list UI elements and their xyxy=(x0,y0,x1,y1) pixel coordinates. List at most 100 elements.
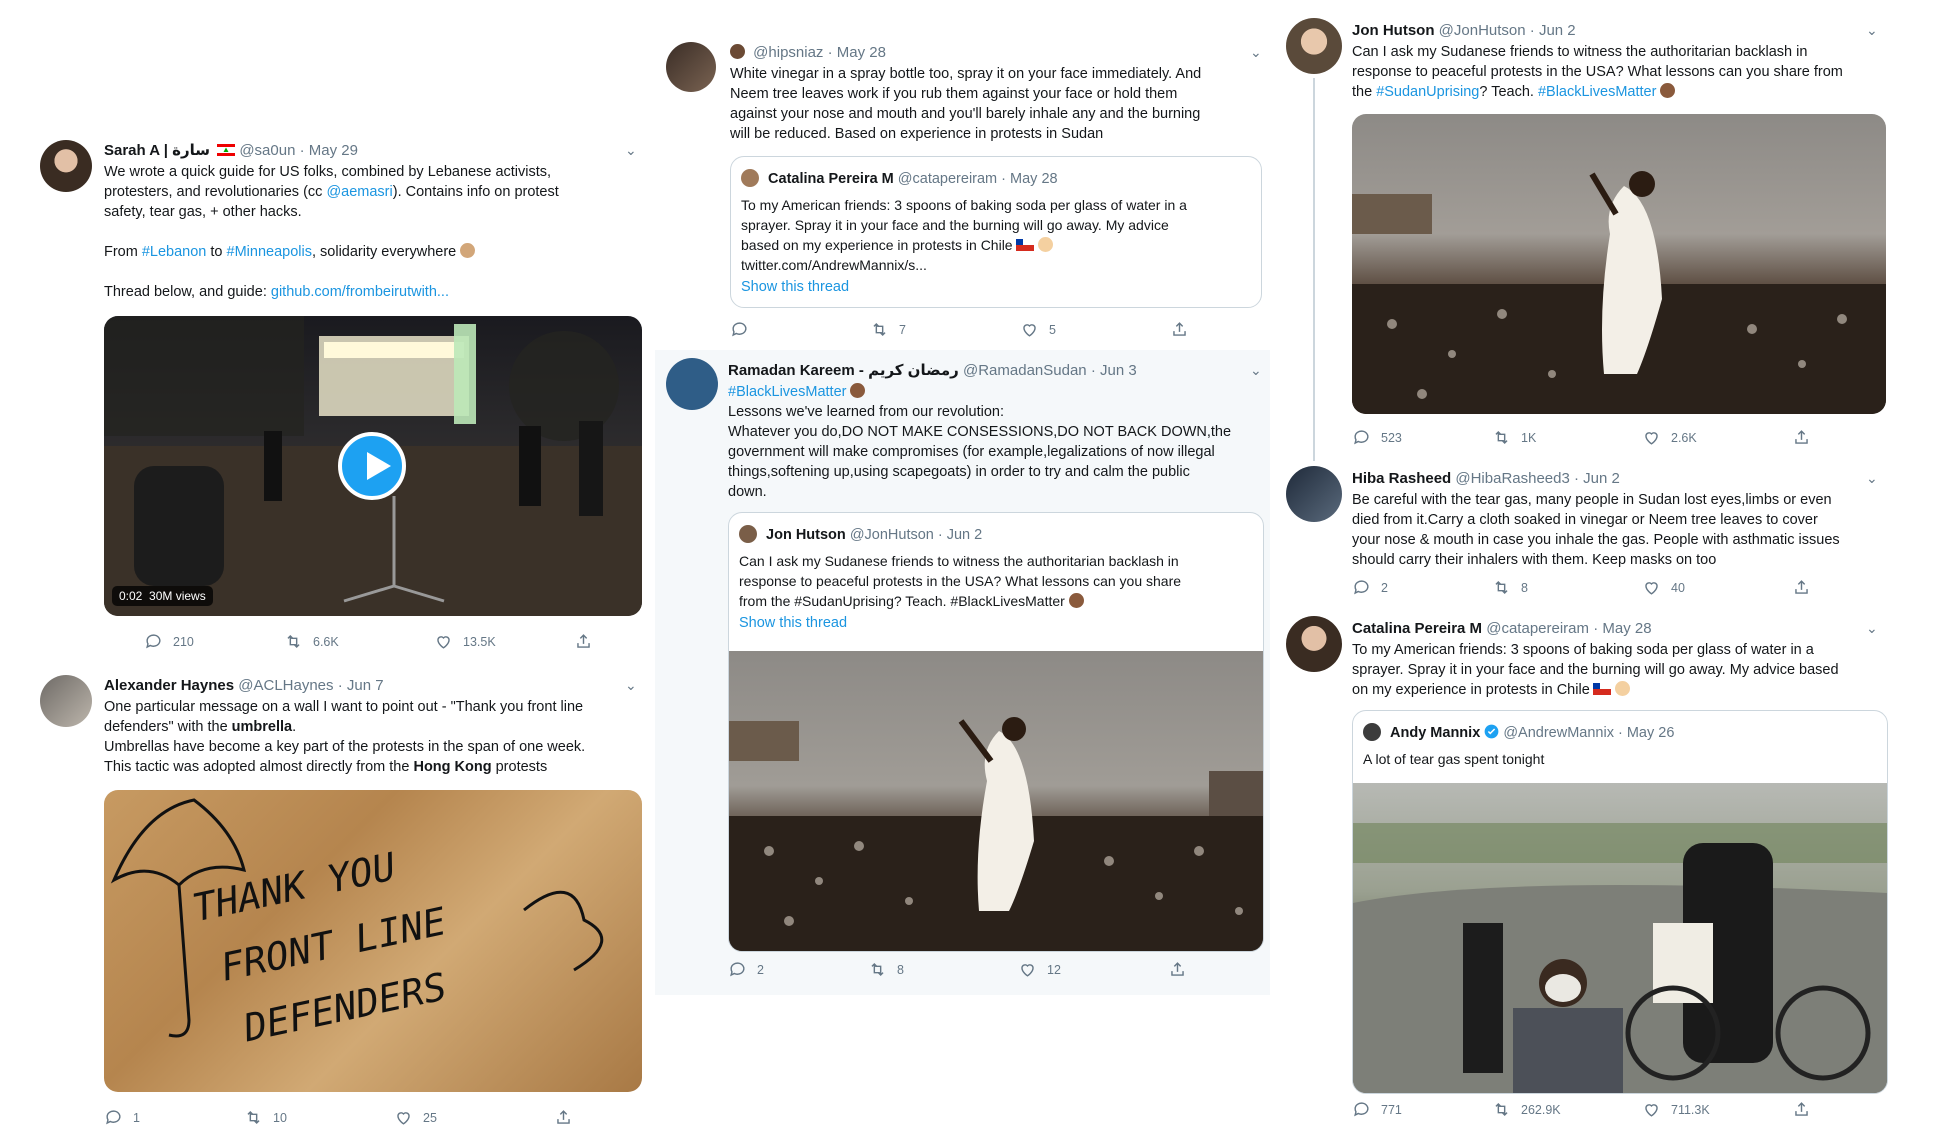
hashtag-link[interactable]: #BlackLivesMatter xyxy=(728,384,846,400)
text-line: Can I ask my Sudanese friends to witness… xyxy=(1352,44,1808,60)
text-line: ). Contains info on protest xyxy=(392,184,559,200)
author-handle[interactable]: @ACLHaynes xyxy=(238,677,333,694)
quote-text: Can I ask my Sudanese friends to witness… xyxy=(739,551,1254,611)
tweet-alexander[interactable]: Alexander Haynes @ACLHaynes · Jun 7 ⌄ On… xyxy=(40,675,650,1125)
avatar[interactable] xyxy=(666,42,716,92)
reply-button[interactable]: 210 xyxy=(144,632,194,651)
like-button[interactable]: 40 xyxy=(1642,578,1685,597)
reply-button[interactable] xyxy=(730,320,759,339)
chevron-down-icon[interactable]: ⌄ xyxy=(1866,22,1878,39)
reply-button[interactable]: 1 xyxy=(104,1108,140,1127)
tweet-actions: 1 10 25 xyxy=(104,1108,644,1128)
tweet-catalina[interactable]: Catalina Pereira M @catapereiram · May 2… xyxy=(1286,616,1888,1119)
hashtag-link[interactable]: #Lebanon xyxy=(142,244,207,260)
author-handle[interactable]: @HibaRasheed3 xyxy=(1455,470,1569,487)
like-button[interactable]: 5 xyxy=(1020,320,1056,339)
share-button[interactable] xyxy=(1170,320,1189,339)
like-button[interactable]: 25 xyxy=(394,1108,437,1127)
chevron-down-icon[interactable]: ⌄ xyxy=(625,142,637,159)
retweet-count: 8 xyxy=(897,962,904,977)
retweet-button[interactable]: 1K xyxy=(1492,428,1536,447)
bold-text: umbrella xyxy=(231,719,293,735)
tweet-date[interactable]: · May 28 xyxy=(1593,620,1651,637)
like-button[interactable]: 711.3K xyxy=(1642,1100,1710,1119)
quoted-tweet[interactable]: Catalina Pereira M @catapereiram · May 2… xyxy=(730,156,1262,308)
tweet-hipsniaz[interactable]: @hipsniaz · May 28 ⌄ White vinegar in a … xyxy=(660,38,1270,348)
retweet-button[interactable]: 7 xyxy=(870,320,906,339)
author-handle[interactable]: @catapereiram xyxy=(1486,620,1589,637)
retweet-button[interactable]: 8 xyxy=(1492,578,1528,597)
author-name[interactable]: Catalina Pereira M xyxy=(1352,620,1482,637)
author-name[interactable]: Hiba Rasheed xyxy=(1352,470,1451,487)
avatar[interactable] xyxy=(666,358,718,410)
video-player[interactable]: 0:02 30M views xyxy=(104,316,642,616)
tweet-hiba-rasheed[interactable]: Hiba Rasheed @HibaRasheed3 · Jun 2 ⌄ Be … xyxy=(1286,466,1886,606)
share-button[interactable] xyxy=(1792,1100,1811,1119)
video-duration: 0:02 30M views xyxy=(112,586,213,606)
retweet-button[interactable]: 10 xyxy=(244,1108,287,1127)
show-thread-link[interactable]: Show this thread xyxy=(741,279,849,295)
share-button[interactable] xyxy=(1792,428,1811,447)
chevron-down-icon[interactable]: ⌄ xyxy=(625,677,637,694)
like-button[interactable]: 12 xyxy=(1018,960,1061,979)
author-name[interactable]: Sarah A | سارة xyxy=(104,142,210,159)
reply-button[interactable]: 2 xyxy=(1352,578,1388,597)
reply-button[interactable]: 771 xyxy=(1352,1100,1402,1119)
author-handle[interactable]: @JonHutson xyxy=(1439,22,1526,39)
chevron-down-icon[interactable]: ⌄ xyxy=(1866,620,1878,637)
share-button[interactable] xyxy=(1792,578,1811,597)
retweet-button[interactable]: 6.6K xyxy=(284,632,339,651)
avatar[interactable] xyxy=(40,140,92,192)
wall-photo[interactable]: THANK YOU FRONT LINE DEFENDERS xyxy=(104,790,642,1092)
tweet-ramadan[interactable]: Ramadan Kareem - رمضان كريم @RamadanSuda… xyxy=(660,358,1270,988)
reply-button[interactable]: 523 xyxy=(1352,428,1402,447)
like-button[interactable]: 2.6K xyxy=(1642,428,1697,447)
guide-link[interactable]: github.com/frombeirutwith... xyxy=(271,284,449,300)
tweet-date[interactable]: · May 28 xyxy=(828,44,886,61)
play-icon[interactable] xyxy=(338,432,406,500)
retweet-button[interactable]: 8 xyxy=(868,960,904,979)
share-button[interactable] xyxy=(554,1108,573,1127)
author-handle[interactable]: @hipsniaz xyxy=(753,44,823,61)
tweet-sarah[interactable]: Sarah A | سارة @sa0un · May 29 ⌄ We wrot… xyxy=(40,140,650,660)
protest-photo[interactable] xyxy=(1352,114,1886,414)
author-name-text: Alexander Haynes xyxy=(104,677,235,694)
quoted-link[interactable]: twitter.com/AndrewMannix/s... xyxy=(741,255,1251,275)
chevron-down-icon[interactable]: ⌄ xyxy=(1250,44,1262,61)
tweet-date[interactable]: · May 29 xyxy=(300,142,358,159)
quoted-tweet[interactable]: Jon Hutson @JonHutson · Jun 2 Can I ask … xyxy=(728,512,1264,952)
share-button[interactable] xyxy=(574,632,593,651)
author-handle[interactable]: @RamadanSudan xyxy=(963,362,1087,379)
author-handle[interactable]: @sa0un xyxy=(239,142,295,159)
retweet-button[interactable]: 262.9K xyxy=(1492,1100,1561,1119)
tweet-date[interactable]: · Jun 3 xyxy=(1091,362,1137,379)
chevron-down-icon[interactable]: ⌄ xyxy=(1250,362,1262,379)
author-name[interactable]: Ramadan Kareem - رمضان كريم xyxy=(728,362,959,379)
quoted-tweet[interactable]: Andy Mannix @AndrewMannix · May 26 A lot… xyxy=(1352,710,1888,1094)
mention-link[interactable]: @aemasri xyxy=(326,184,392,200)
tweet-date[interactable]: · Jun 2 xyxy=(1530,22,1576,39)
like-button[interactable]: 13.5K xyxy=(434,632,496,651)
tweet-header: Jon Hutson @JonHutson · Jun 2 xyxy=(1352,22,1576,40)
tear-gas-photo[interactable] xyxy=(1353,783,1887,1093)
author-name[interactable]: Jon Hutson xyxy=(1352,22,1435,39)
author-name[interactable]: Alexander Haynes xyxy=(104,677,234,694)
share-button[interactable] xyxy=(1168,960,1187,979)
reply-button[interactable]: 2 xyxy=(728,960,764,979)
hashtag-link[interactable]: #BlackLivesMatter xyxy=(1538,84,1656,100)
tweet-date[interactable]: · Jun 7 xyxy=(338,677,384,694)
author-handle: @catapereiram xyxy=(897,171,998,187)
video-time: 0:02 xyxy=(119,589,143,603)
avatar[interactable] xyxy=(1286,466,1342,522)
hashtag-link[interactable]: #SudanUprising xyxy=(1376,84,1479,100)
text-line: Neem tree leaves work if you rub them ag… xyxy=(730,86,1178,102)
protest-photo[interactable] xyxy=(729,651,1263,951)
show-thread-link[interactable]: Show this thread xyxy=(739,615,847,631)
avatar[interactable] xyxy=(1286,18,1342,74)
tweet-date[interactable]: · Jun 2 xyxy=(1574,470,1620,487)
tweet-jon-hutson[interactable]: Jon Hutson @JonHutson · Jun 2 ⌄ Can I as… xyxy=(1286,18,1886,458)
hashtag-link[interactable]: #Minneapolis xyxy=(227,244,312,260)
avatar[interactable] xyxy=(40,675,92,727)
avatar[interactable] xyxy=(1286,616,1342,672)
chevron-down-icon[interactable]: ⌄ xyxy=(1866,470,1878,487)
